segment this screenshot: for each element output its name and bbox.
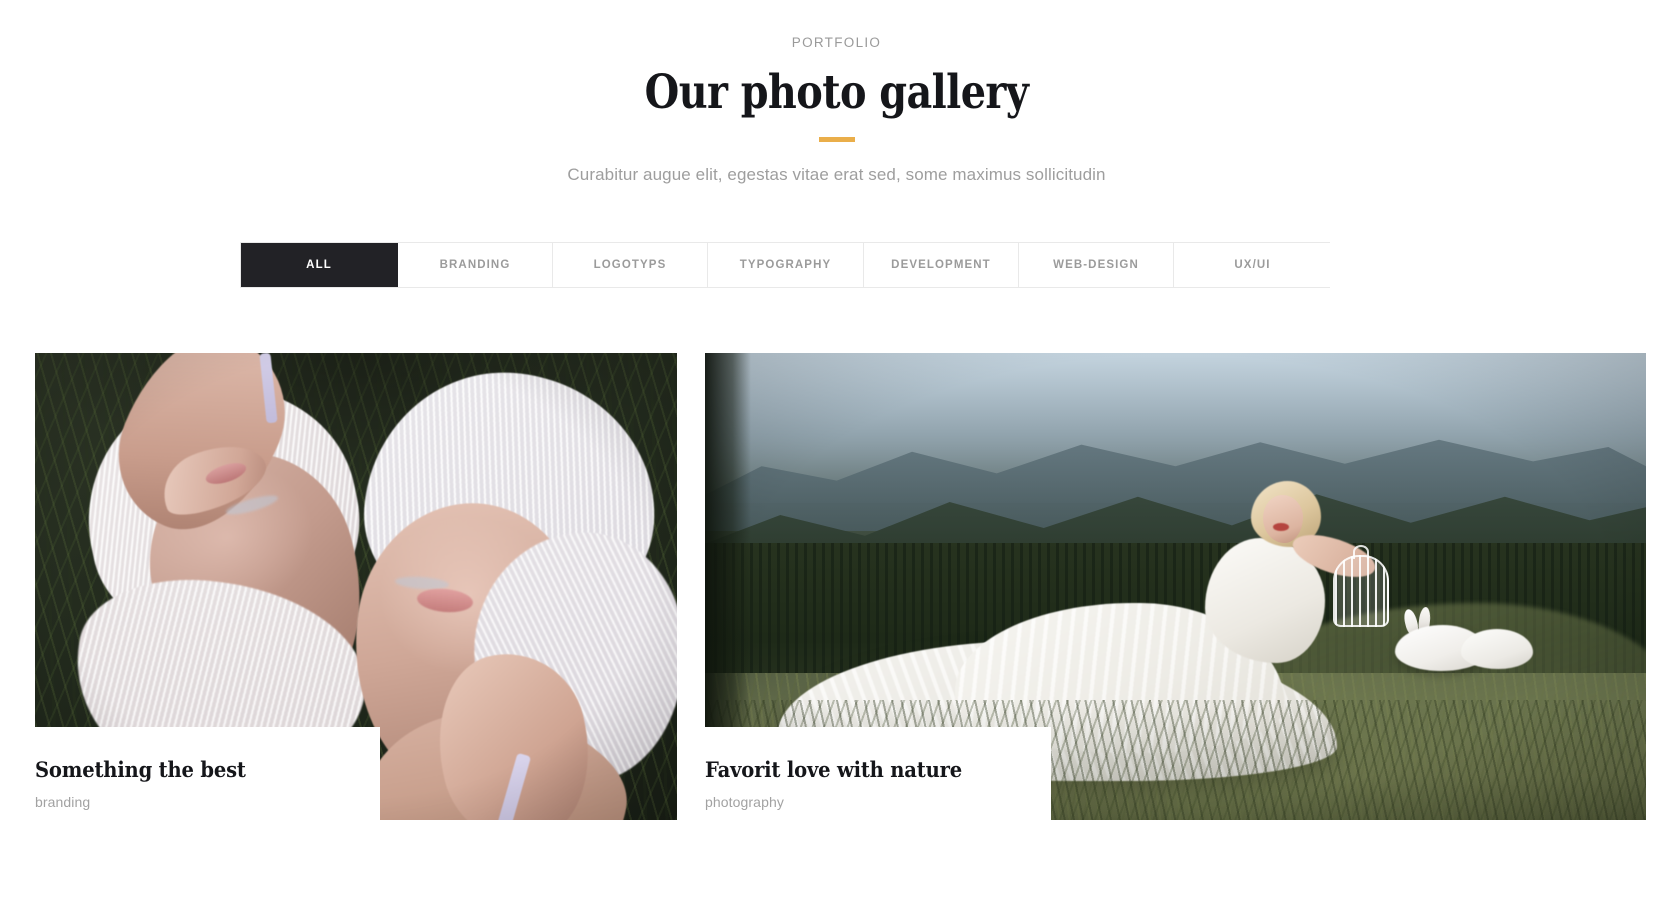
portfolio-page: PORTFOLIO Our photo gallery Curabitur au… bbox=[0, 0, 1673, 903]
lips-shape bbox=[1273, 523, 1289, 531]
gallery-item-category: branding bbox=[35, 794, 91, 811]
portfolio-gallery: Something the best branding Favorit love… bbox=[0, 0, 1673, 903]
rabbit-shape-two bbox=[1461, 629, 1533, 669]
gallery-item-title: Favorit love with nature bbox=[705, 757, 962, 782]
birdcage-shape bbox=[1333, 555, 1389, 627]
gallery-item-caption: Something the best branding bbox=[35, 727, 380, 820]
gallery-item[interactable]: Something the best branding bbox=[35, 353, 677, 820]
gallery-item[interactable]: Favorit love with nature photography bbox=[705, 353, 1646, 820]
gallery-item-title: Something the best bbox=[35, 757, 246, 782]
gallery-item-category: photography bbox=[705, 794, 784, 811]
gallery-item-caption: Favorit love with nature photography bbox=[705, 727, 1051, 820]
face-shape bbox=[1263, 495, 1303, 543]
